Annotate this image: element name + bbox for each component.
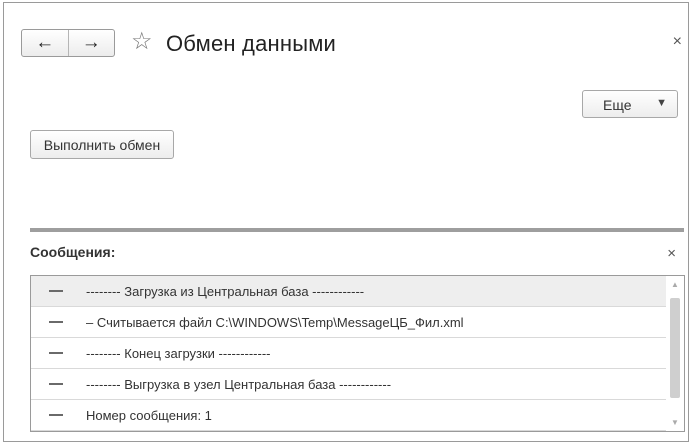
- message-item[interactable]: – Считывается файл C:\WINDOWS\Temp\Messa…: [31, 307, 666, 338]
- message-item[interactable]: -------- Загрузка из Центральная база --…: [31, 276, 666, 307]
- more-button[interactable]: Еще ▼: [582, 90, 678, 118]
- message-item[interactable]: -------- Выгрузка в узел Центральная баз…: [31, 369, 666, 400]
- message-text: – Считывается файл C:\WINDOWS\Temp\Messa…: [86, 315, 464, 330]
- execute-exchange-label: Выполнить обмен: [43, 136, 161, 153]
- message-text: -------- Выгрузка в узел Центральная баз…: [86, 377, 392, 392]
- message-text: Номер сообщения: 1: [86, 408, 212, 423]
- dash-icon: [49, 321, 63, 323]
- message-text: -------- Конец загрузки ------------: [86, 346, 271, 361]
- messages-title: Сообщения:: [30, 244, 116, 260]
- close-icon[interactable]: ×: [673, 33, 682, 51]
- dash-icon: [49, 414, 63, 416]
- forward-button[interactable]: →: [67, 30, 115, 56]
- data-exchange-window: ← → ☆ Обмен данными × Еще ▼ Выполнить об…: [3, 2, 689, 442]
- panel-splitter[interactable]: [30, 228, 684, 232]
- scrollbar-thumb[interactable]: [670, 298, 680, 398]
- more-button-label: Еще: [603, 97, 632, 113]
- arrow-left-icon: ←: [35, 32, 55, 53]
- dash-icon: [49, 290, 63, 292]
- execute-exchange-button[interactable]: Выполнить обмен: [30, 130, 174, 159]
- messages-scrollbar[interactable]: ▲ ▼: [666, 276, 684, 431]
- window-title: Обмен данными: [166, 31, 337, 56]
- messages-close-icon[interactable]: ×: [667, 245, 676, 262]
- back-button[interactable]: ←: [22, 30, 68, 56]
- chevron-down-icon: ▼: [656, 97, 667, 109]
- messages-list: -------- Загрузка из Центральная база --…: [30, 275, 685, 432]
- message-item[interactable]: Номер сообщения: 1: [31, 400, 666, 431]
- dash-icon: [49, 352, 63, 354]
- message-text: -------- Загрузка из Центральная база --…: [86, 284, 365, 299]
- navigation-buttons: ← →: [21, 29, 115, 57]
- arrow-right-icon: →: [81, 32, 101, 53]
- scroll-up-icon[interactable]: ▲: [671, 280, 679, 289]
- star-icon[interactable]: ☆: [131, 27, 153, 56]
- scroll-down-icon[interactable]: ▼: [671, 418, 679, 427]
- dash-icon: [49, 383, 63, 385]
- message-item[interactable]: -------- Конец загрузки ------------: [31, 338, 666, 369]
